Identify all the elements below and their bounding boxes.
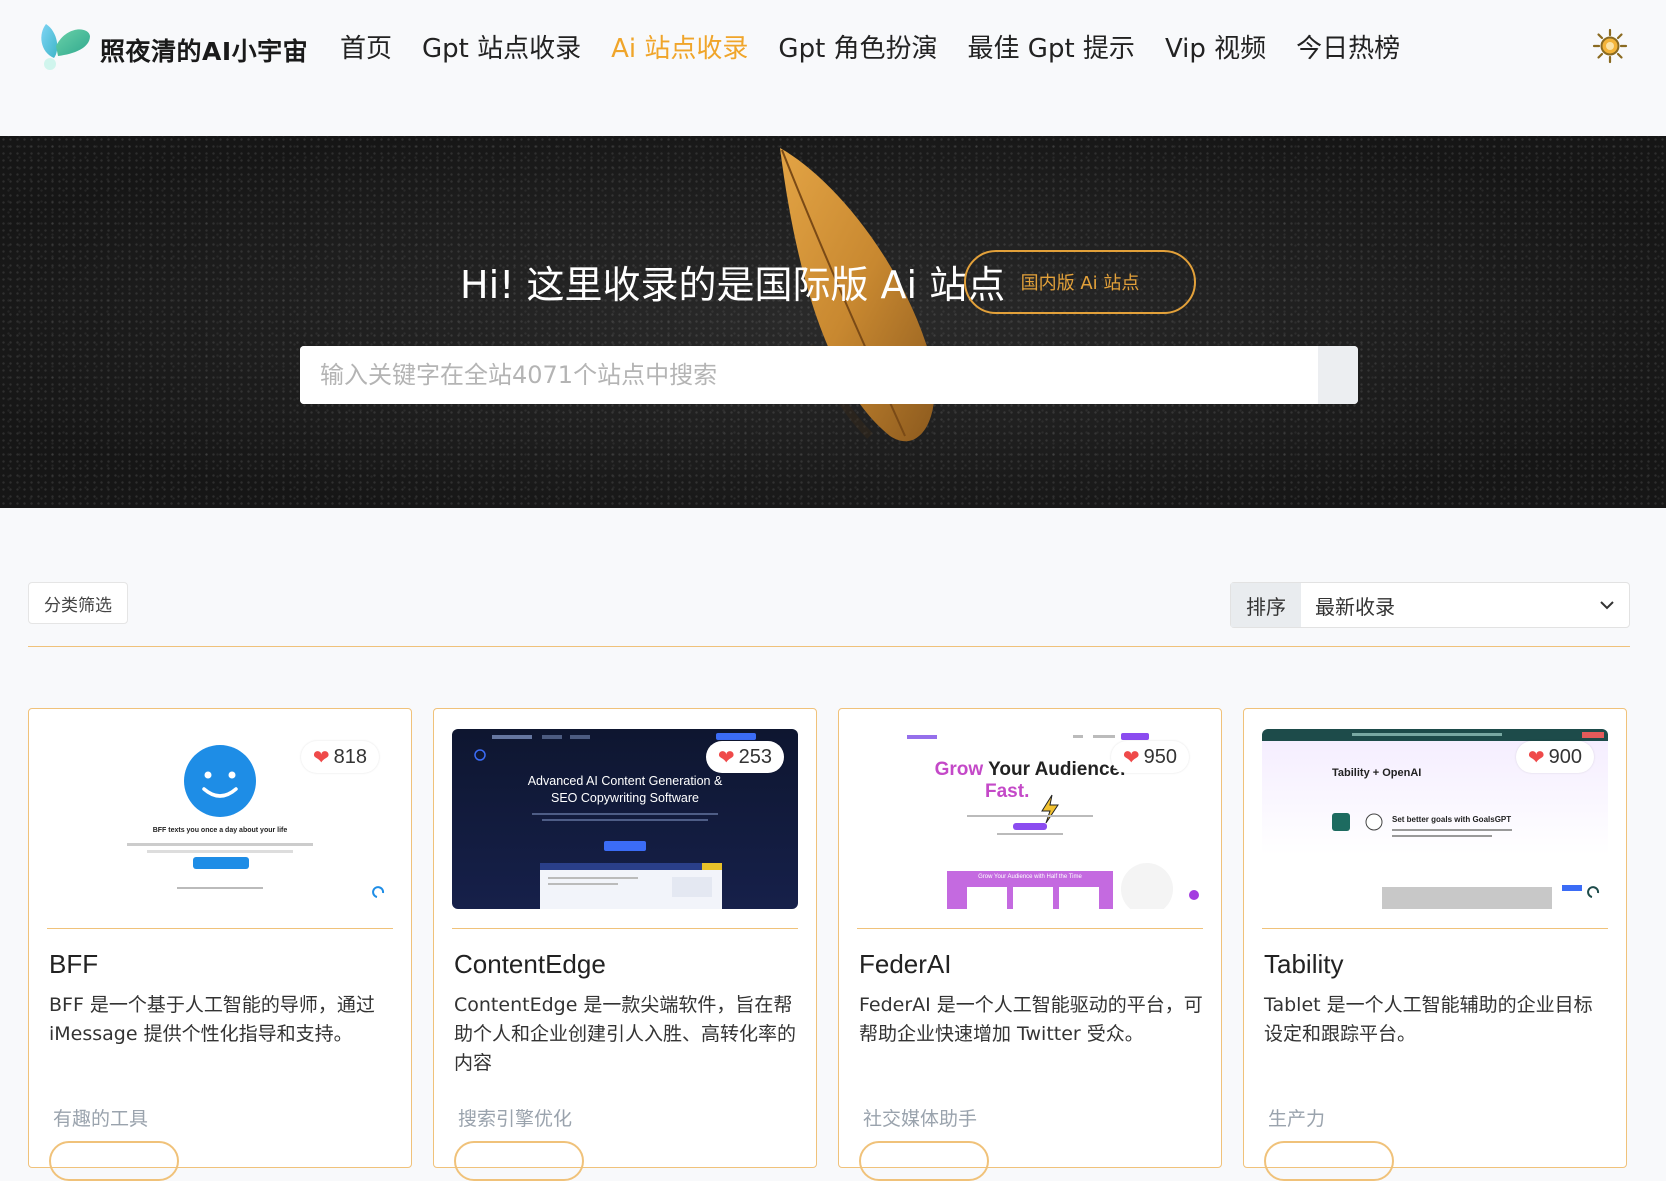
heart-icon: ❤ [717,746,735,769]
heart-icon: ❤ [1122,746,1140,769]
leaf-background-icon [780,148,935,442]
search-button[interactable] [1318,346,1358,404]
site-card-federai[interactable]: Grow Your Audience. Fast. Grow Your Audi… [838,708,1222,1181]
card-category[interactable]: 搜索引擎优化 [458,1104,572,1131]
card-action-button[interactable] [49,1141,179,1181]
sort-selected-value: 最新收录 [1315,594,1395,619]
card-title: Tability [1264,949,1344,979]
nav-gpt-roleplay[interactable]: Gpt 角色扮演 [778,28,937,65]
like-count: 818 [333,745,367,768]
sun-theme-toggle-icon[interactable] [1592,28,1628,64]
card-thumbnail: Grow Your Audience. Fast. Grow Your Audi… [857,729,1203,909]
nav-gpt-sites[interactable]: Gpt 站点收录 [422,28,581,65]
sort-control: 排序 最新收录 [1230,582,1630,628]
search-bar [300,346,1358,404]
nav-home[interactable]: 首页 [340,28,392,65]
thumb-heading: Tability + OpenAI [1332,767,1422,779]
like-count: 950 [1143,745,1177,768]
butterfly-logo-icon [41,24,90,70]
card-description: BFF 是一个基于人工智能的导师，通过 iMessage 提供个性化指导和支持。 [49,994,375,1045]
sort-label: 排序 [1231,583,1301,627]
top-navbar: 照夜清的AI小宇宙 首页 Gpt 站点收录 Ai 站点收录 Gpt 角色扮演 最… [0,0,1666,136]
card-action-button[interactable] [1264,1141,1394,1181]
card-category[interactable]: 生产力 [1268,1104,1325,1131]
thumb-subheading: Set better goals with GoalsGPT [1392,815,1512,824]
hero-title: Hi! 这里收录的是国际版 Ai 站点 [460,263,1006,307]
hero-banner: Hi! 这里收录的是国际版 Ai 站点 国内版 Ai 站点 [0,136,1666,508]
like-counter[interactable]: ❤ 253 [705,741,784,773]
card-thumbnail: Tability + OpenAI Set better goals with … [1262,729,1608,909]
nav-today-hot[interactable]: 今日热榜 [1296,28,1400,65]
thumb-heading: BFF texts you once a day about your life [152,827,288,834]
like-count: 900 [1548,745,1582,768]
like-count: 253 [738,745,772,768]
category-filter-button[interactable]: 分类筛选 [28,582,128,624]
heart-icon: ❤ [312,746,330,769]
card-description: Tablet 是一个人工智能辅助的企业目标设定和跟踪平台。 [1264,994,1593,1045]
thumb-subheading: Fast. [985,781,1030,802]
card-divider [857,928,1203,929]
search-input[interactable] [300,346,1318,404]
card-thumbnail: Advanced AI Content Generation & SEO Cop… [452,729,798,909]
card-category[interactable]: 社交媒体助手 [863,1104,977,1131]
site-card-bff[interactable]: BFF texts you once a day about your life… [28,708,412,1181]
like-counter[interactable]: ❤ 818 [300,741,379,773]
main-nav: 首页 Gpt 站点收录 Ai 站点收录 Gpt 角色扮演 最佳 Gpt 提示 V… [340,28,1430,65]
like-counter[interactable]: ❤ 950 [1110,741,1189,773]
card-divider [47,928,393,929]
card-title: BFF [49,949,99,979]
thumb-banner-text: Grow Your Audience with Half the Time [978,874,1082,880]
card-description: ContentEdge 是一款尖端软件，旨在帮助个人和企业创建引人入胜、高转化率… [454,994,797,1074]
thumb-heading: Advanced AI Content Generation & SEO Cop… [527,774,723,805]
nav-ai-sites[interactable]: Ai 站点收录 [611,28,748,65]
site-card-tability[interactable]: Tability + OpenAI Set better goals with … [1243,708,1627,1181]
card-divider [1262,928,1608,929]
card-title: ContentEdge [454,949,606,979]
site-name: 照夜清的AI小宇宙 [100,37,309,66]
site-card-contentedge[interactable]: Advanced AI Content Generation & SEO Cop… [433,708,817,1181]
domestic-ai-sites-button[interactable]: 国内版 Ai 站点 [964,250,1196,314]
section-divider [28,646,1630,647]
card-category[interactable]: 有趣的工具 [53,1104,148,1131]
card-title: FederAI [859,949,952,979]
card-action-button[interactable] [454,1141,584,1181]
sort-select[interactable]: 最新收录 [1301,583,1629,627]
site-logo[interactable]: 照夜清的AI小宇宙 [36,16,308,74]
nav-best-gpt-prompts[interactable]: 最佳 Gpt 提示 [968,28,1135,65]
nav-vip-video[interactable]: Vip 视频 [1165,28,1266,65]
card-description: FederAI 是一个人工智能驱动的平台，可帮助企业快速增加 Twitter 受… [859,994,1203,1045]
chevron-down-icon [1600,601,1614,610]
card-action-button[interactable] [859,1141,989,1181]
heart-icon: ❤ [1527,746,1545,769]
like-counter[interactable]: ❤ 900 [1515,741,1594,773]
card-thumbnail: BFF texts you once a day about your life… [47,729,393,909]
card-divider [452,928,798,929]
